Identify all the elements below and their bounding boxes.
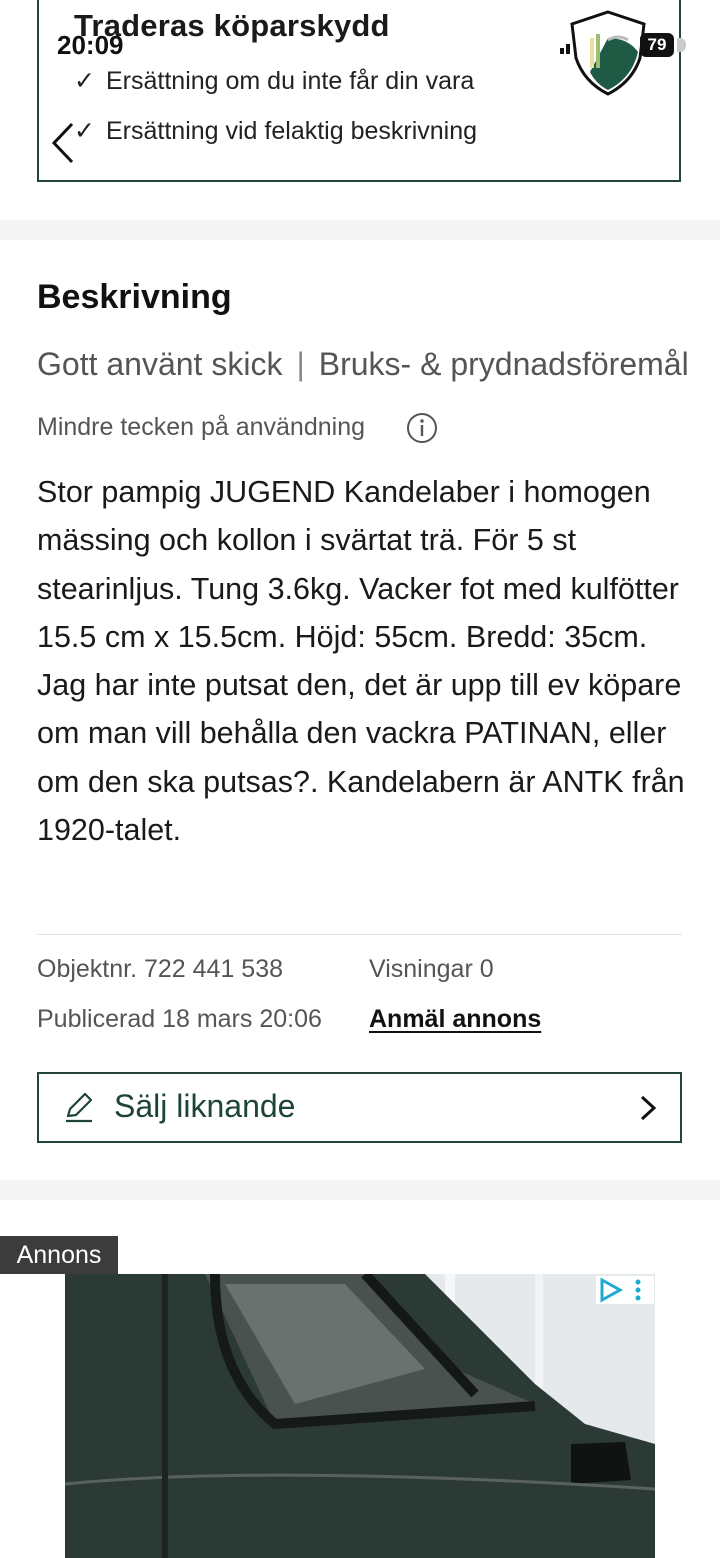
protection-item-label: Ersättning vid felaktig beskrivning xyxy=(106,117,478,145)
info-icon[interactable] xyxy=(406,412,438,444)
pipe-divider: | xyxy=(296,346,305,382)
ad-banner-image[interactable] xyxy=(65,1274,655,1558)
protection-item-label: Ersättning om du inte får din vara xyxy=(106,67,475,95)
published-date: Publicerad 18 mars 20:06 xyxy=(37,1005,322,1033)
divider xyxy=(37,934,682,935)
chevron-right-icon xyxy=(640,1095,657,1121)
description-heading: Beskrivning xyxy=(37,278,232,316)
adchoices-badge[interactable] xyxy=(596,1276,654,1304)
section-separator xyxy=(0,1180,720,1200)
category-label[interactable]: Bruks- & prydnadsföremål xyxy=(319,346,689,382)
condition-label: Gott använt skick xyxy=(37,346,283,382)
sell-similar-label: Sälj liknande xyxy=(114,1088,296,1124)
protection-item: ✓ Ersättning om du inte får din vara xyxy=(74,66,474,96)
report-ad-link[interactable]: Anmäl annons xyxy=(369,1005,541,1034)
car-image xyxy=(65,1274,655,1558)
battery-cap xyxy=(677,38,686,52)
signal-wifi-icon xyxy=(560,35,629,54)
view-count: Visningar 0 xyxy=(369,955,494,983)
object-number: Objektnr. 722 441 538 xyxy=(37,955,284,983)
back-arrow-icon[interactable] xyxy=(48,118,78,168)
checkmark-icon: ✓ xyxy=(74,67,95,95)
description-text: Stor pampig JUGEND Kandelaber i homogen … xyxy=(37,475,685,848)
condition-detail: Mindre tecken på användning xyxy=(37,413,366,441)
pencil-icon xyxy=(66,1092,93,1123)
section-separator xyxy=(0,220,720,240)
ad-label: Annons xyxy=(0,1236,118,1274)
status-bar-time: 20:09 xyxy=(57,30,124,60)
checkmark-icon: ✓ xyxy=(74,117,95,145)
adchoices-icon xyxy=(600,1277,641,1303)
condition-row: Gott använt skick | Bruks- & prydnadsförem… xyxy=(37,346,689,383)
battery-indicator: 79 xyxy=(640,33,674,57)
protection-item: ✓ Ersättning vid felaktig beskrivning xyxy=(74,116,477,146)
